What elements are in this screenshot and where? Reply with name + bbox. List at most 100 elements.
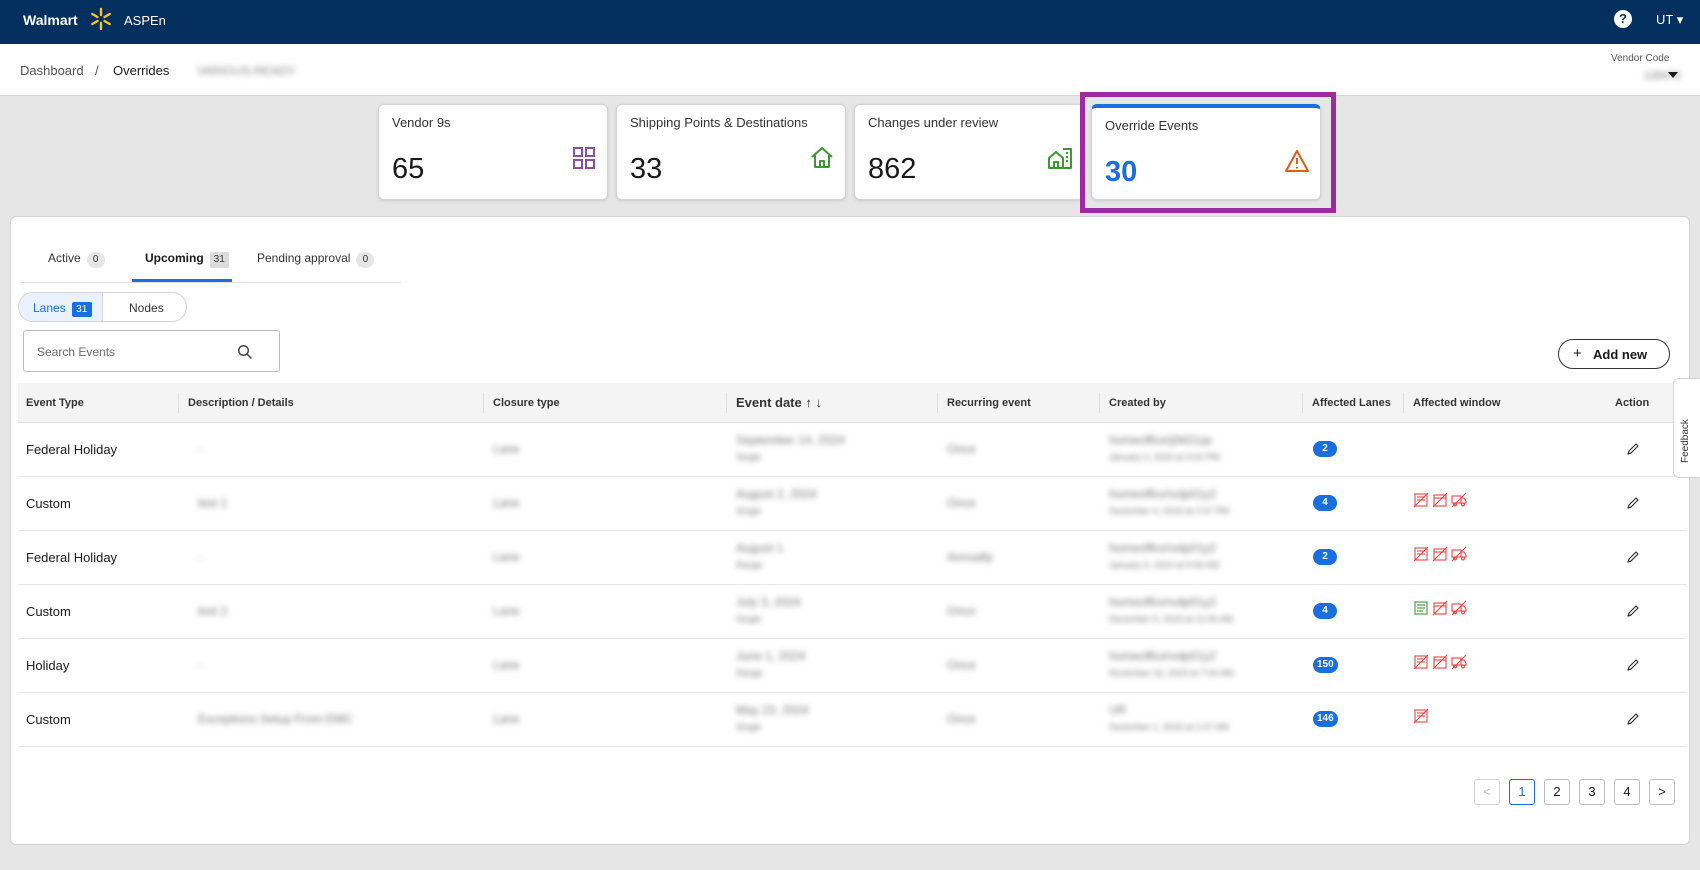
affected-lanes-badge[interactable]: 2 bbox=[1313, 549, 1337, 565]
table-row[interactable]: Holiday - Lane June 1, 2024 Range Once h… bbox=[18, 639, 1687, 693]
edit-icon[interactable] bbox=[1626, 658, 1640, 672]
created-date-sub: January 4, 2024 at 9:06 AM bbox=[1109, 560, 1220, 570]
header-affected-lanes[interactable]: Affected Lanes bbox=[1312, 397, 1391, 409]
table-row[interactable]: Custom test 2 Lane July 3, 2024 Single O… bbox=[18, 585, 1687, 639]
event-type-cell: Custom bbox=[26, 712, 71, 727]
edit-icon[interactable] bbox=[1626, 442, 1640, 456]
table-row[interactable]: Federal Holiday - Lane September 14, 202… bbox=[18, 423, 1687, 477]
header-description[interactable]: Description / Details bbox=[188, 397, 294, 409]
event-date-sub: Single bbox=[736, 722, 762, 732]
pagination-page-3[interactable]: 3 bbox=[1579, 779, 1605, 805]
stat-card-changes-under-review[interactable]: Changes under review 862 bbox=[854, 104, 1084, 200]
tab-pending-approval[interactable]: Pending approval 0 bbox=[257, 251, 375, 268]
tab-count-badge: 31 bbox=[209, 252, 229, 268]
recurring-cell: Once bbox=[947, 442, 976, 456]
closure-type-cell: Lane bbox=[493, 658, 520, 672]
event-date-cell: August 2, 2024 bbox=[736, 487, 817, 501]
pagination-page-4[interactable]: 4 bbox=[1614, 779, 1640, 805]
pagination-page-1[interactable]: 1 bbox=[1509, 779, 1535, 805]
event-status-tabs: Active 0 Upcoming 31 Pending approval 0 bbox=[21, 217, 401, 283]
header-recurring[interactable]: Recurring event bbox=[947, 397, 1031, 409]
breadcrumb-current: Overrides bbox=[113, 63, 170, 78]
breadcrumb-dashboard-link[interactable]: Dashboard bbox=[20, 63, 84, 78]
created-by-cell: homeoffice\vdp01y2 bbox=[1109, 541, 1217, 555]
edit-icon[interactable] bbox=[1626, 550, 1640, 564]
edit-icon[interactable] bbox=[1626, 712, 1640, 726]
lanes-count-badge: 31 bbox=[71, 302, 92, 317]
tab-label: Upcoming bbox=[145, 251, 204, 265]
created-date-sub: November 16, 2023 at 7:04 AM bbox=[1109, 668, 1234, 678]
pickup-window-icon bbox=[1413, 546, 1429, 562]
column-divider bbox=[178, 393, 179, 413]
event-type-cell: Federal Holiday bbox=[26, 550, 118, 565]
delivery-window-icon bbox=[1432, 654, 1448, 670]
description-cell: - bbox=[198, 550, 202, 564]
tab-active[interactable]: Active 0 bbox=[48, 251, 105, 268]
truck-blocked-icon bbox=[1451, 654, 1467, 670]
created-by-cell: homeoffice\vdp01y2 bbox=[1109, 487, 1217, 501]
pickup-window-icon bbox=[1413, 654, 1429, 670]
feedback-tab[interactable]: Feedback bbox=[1673, 378, 1700, 478]
affected-lanes-badge[interactable]: 4 bbox=[1313, 495, 1337, 511]
affected-lanes-badge[interactable]: 4 bbox=[1313, 603, 1337, 619]
chevron-down-icon[interactable] bbox=[1668, 72, 1678, 78]
tab-upcoming[interactable]: Upcoming 31 bbox=[145, 251, 229, 268]
user-initials: UT bbox=[1656, 12, 1674, 27]
overrides-panel: Active 0 Upcoming 31 Pending approval 0 Lan… bbox=[10, 216, 1690, 845]
header-action: Action bbox=[1615, 397, 1650, 409]
app-name: ASPEn bbox=[124, 13, 166, 28]
event-date-sub: Single bbox=[736, 506, 762, 516]
event-type-cell: Custom bbox=[26, 496, 71, 511]
description-cell: Exceptions Setup From EMC bbox=[198, 712, 353, 726]
table-row[interactable]: Custom test 1 Lane August 2, 2024 Single… bbox=[18, 477, 1687, 531]
walmart-logo-text: Walmart bbox=[23, 12, 78, 28]
created-date-sub: January 3, 2024 at 4:02 PM bbox=[1109, 452, 1220, 462]
edit-icon[interactable] bbox=[1626, 496, 1640, 510]
created-by-cell: homeoffice\j0k01qx bbox=[1109, 433, 1213, 447]
event-date-sub: Range bbox=[736, 668, 763, 678]
delivery-window-icon bbox=[1432, 600, 1448, 616]
table-row[interactable]: Custom Exceptions Setup From EMC Lane Ma… bbox=[18, 693, 1687, 747]
table-row[interactable]: Federal Holiday - Lane August 1 Range An… bbox=[18, 531, 1687, 585]
home-icon bbox=[811, 147, 833, 168]
pagination-next-button[interactable]: > bbox=[1649, 779, 1675, 805]
stat-card-vendor-9s[interactable]: Vendor 9s 65 bbox=[378, 104, 608, 200]
stat-card-value: 33 bbox=[630, 153, 663, 185]
header-event-date-sort[interactable]: Event date ↑ ↓ bbox=[736, 395, 822, 410]
closure-type-cell: Lane bbox=[493, 550, 520, 564]
header-event-type[interactable]: Event Type bbox=[26, 397, 84, 409]
created-date-sub: December 1, 2023 at 1:07 AM bbox=[1109, 722, 1229, 732]
truck-blocked-icon bbox=[1451, 600, 1467, 616]
event-date-cell: May 23, 2024 bbox=[736, 703, 809, 717]
grid-icon bbox=[573, 147, 595, 169]
stat-card-shipping-points[interactable]: Shipping Points & Destinations 33 bbox=[616, 104, 846, 200]
pagination-prev-button[interactable]: < bbox=[1474, 779, 1500, 805]
user-menu[interactable]: UT ▾ bbox=[1656, 12, 1683, 28]
header-created-by[interactable]: Created by bbox=[1109, 397, 1166, 409]
affected-lanes-badge[interactable]: 146 bbox=[1313, 711, 1338, 727]
search-input[interactable]: Search Events bbox=[23, 330, 280, 372]
lanes-nodes-toggle: Lanes 31 Nodes bbox=[18, 292, 187, 322]
header-affected-window[interactable]: Affected window bbox=[1413, 397, 1500, 409]
affected-lanes-badge[interactable]: 2 bbox=[1313, 441, 1337, 457]
add-new-label: Add new bbox=[1593, 347, 1648, 362]
plus-icon: + bbox=[1573, 345, 1582, 362]
toggle-nodes[interactable]: Nodes bbox=[129, 301, 164, 315]
stat-card-title: Changes under review bbox=[868, 115, 999, 130]
help-icon[interactable]: ? bbox=[1614, 10, 1632, 28]
created-by-cell: homeoffice\vdp01y2 bbox=[1109, 649, 1217, 663]
description-cell: - bbox=[198, 658, 202, 672]
search-placeholder: Search Events bbox=[37, 345, 116, 359]
breadcrumb-separator: / bbox=[95, 63, 99, 78]
toggle-lanes-label: Lanes bbox=[33, 301, 66, 315]
pickup-window-open-icon bbox=[1414, 601, 1428, 615]
affected-lanes-badge[interactable]: 150 bbox=[1313, 657, 1338, 673]
edit-icon[interactable] bbox=[1626, 604, 1640, 618]
header-closure-type[interactable]: Closure type bbox=[493, 397, 560, 409]
add-new-button[interactable]: + Add new bbox=[1558, 339, 1670, 369]
vendor-name: VARIOUS-READY bbox=[197, 64, 296, 78]
closure-type-cell: Lane bbox=[493, 496, 520, 510]
pagination-page-2[interactable]: 2 bbox=[1544, 779, 1570, 805]
search-icon[interactable] bbox=[237, 344, 253, 360]
toggle-lanes[interactable]: Lanes 31 bbox=[19, 293, 103, 321]
